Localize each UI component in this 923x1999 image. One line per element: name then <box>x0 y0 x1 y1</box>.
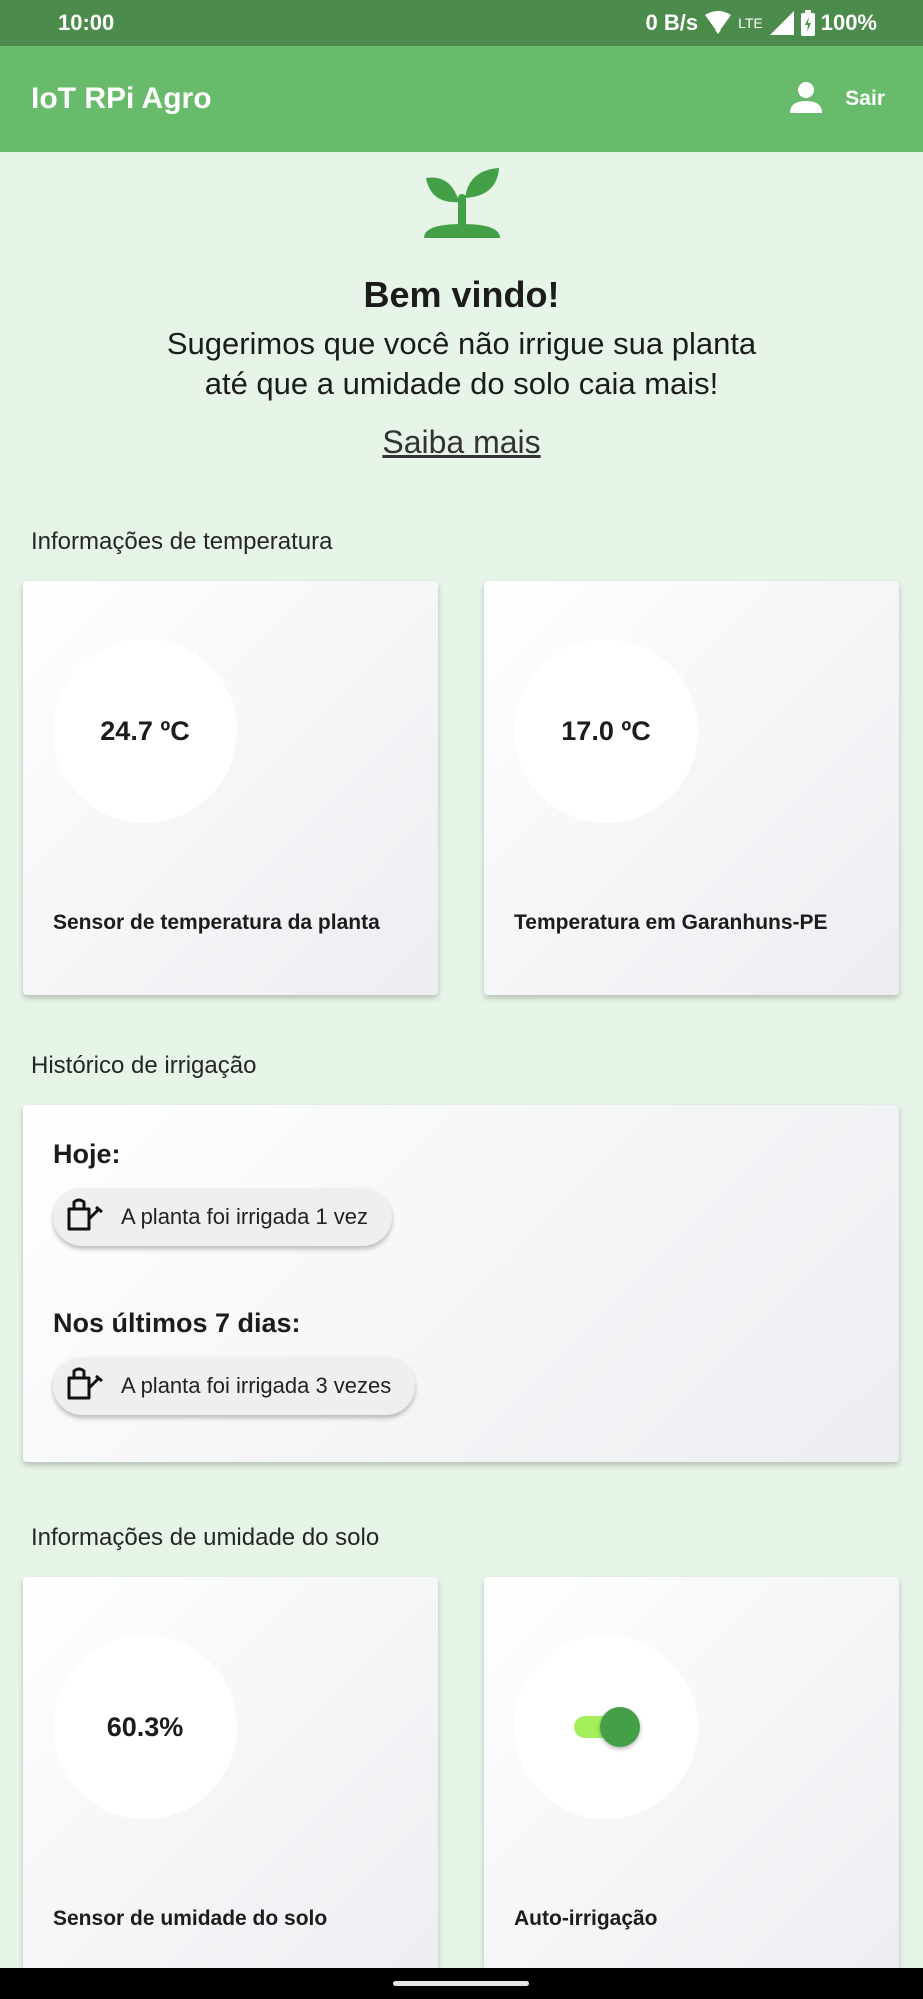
lte-icon: LTE <box>738 15 763 31</box>
watering-can-icon <box>65 1366 105 1406</box>
toggle-thumb <box>600 1707 640 1747</box>
learn-more-link[interactable]: Saiba mais <box>0 424 923 461</box>
city-temperature-card: 17.0 ºC Temperatura em Garanhuns-PE <box>484 581 899 995</box>
status-time: 10:00 <box>58 10 115 35</box>
today-irrigation-text: A planta foi irrigada 1 vez <box>121 1204 369 1229</box>
soil-section-title: Informações de umidade do solo <box>31 1524 380 1551</box>
battery-level: 100% <box>820 10 877 35</box>
home-gesture-handle[interactable] <box>393 1981 529 1986</box>
wifi-icon <box>704 11 732 35</box>
auto-irrigation-label: Auto-irrigação <box>514 1907 658 1930</box>
plant-temperature-value: 24.7 ºC <box>53 639 237 823</box>
status-bar: 10:00 0 B/s LTE 100% <box>0 0 923 46</box>
person-icon[interactable] <box>789 80 823 119</box>
irrigation-history-section-title: Histórico de irrigação <box>31 1052 257 1079</box>
welcome-title: Bem vindo! <box>363 274 560 315</box>
today-irrigation-chip: A planta foi irrigada 1 vez <box>53 1188 393 1246</box>
welcome-message-line-2: até que a umidade do solo caia mais! <box>204 366 719 401</box>
main-content: Bem vindo! Sugerimos que você não irrigu… <box>0 152 923 1968</box>
battery-charging-icon <box>800 10 815 36</box>
temperature-section-title: Informações de temperatura <box>31 528 333 555</box>
logout-label[interactable]: Sair <box>845 87 885 111</box>
logout-button[interactable]: Sair <box>789 80 885 119</box>
week-heading: Nos últimos 7 dias: <box>53 1308 301 1338</box>
week-irrigation-text: A planta foi irrigada 3 vezes <box>121 1373 392 1398</box>
irrigation-history-card: Hoje: A planta foi irrigada 1 vez Nos úl… <box>23 1105 899 1462</box>
net-speed: 0 B/s <box>645 10 699 35</box>
status-indicators: 0 B/s LTE 100% <box>645 10 877 36</box>
welcome-message-line-1: Sugerimos que você não irrigue sua plant… <box>166 326 757 361</box>
auto-irrigation-card: Auto-irrigação <box>484 1577 899 1968</box>
plant-temperature-card: 24.7 ºC Sensor de temperatura da planta <box>23 581 438 995</box>
welcome-message: Sugerimos que você não irrigue sua plant… <box>0 324 923 404</box>
city-temperature-label: Temperatura em Garanhuns-PE <box>514 911 828 934</box>
signal-icon <box>769 10 795 36</box>
city-temperature-value: 17.0 ºC <box>514 639 698 823</box>
auto-irrigation-toggle[interactable] <box>570 1707 642 1747</box>
today-heading: Hoje: <box>53 1139 121 1169</box>
navigation-bar <box>0 1968 923 1999</box>
soil-moisture-card: 60.3% Sensor de umidade do solo <box>23 1577 438 1968</box>
app-bar: IoT RPi Agro Sair <box>0 46 923 152</box>
sprout-icon <box>421 166 503 245</box>
auto-irrigation-circle <box>514 1635 698 1819</box>
plant-temperature-label: Sensor de temperatura da planta <box>53 911 380 934</box>
soil-moisture-label: Sensor de umidade do solo <box>53 1907 328 1930</box>
watering-can-icon <box>65 1197 105 1237</box>
soil-moisture-value: 60.3% <box>53 1635 237 1819</box>
app-title: IoT RPi Agro <box>31 82 212 115</box>
week-irrigation-chip: A planta foi irrigada 3 vezes <box>53 1357 416 1415</box>
